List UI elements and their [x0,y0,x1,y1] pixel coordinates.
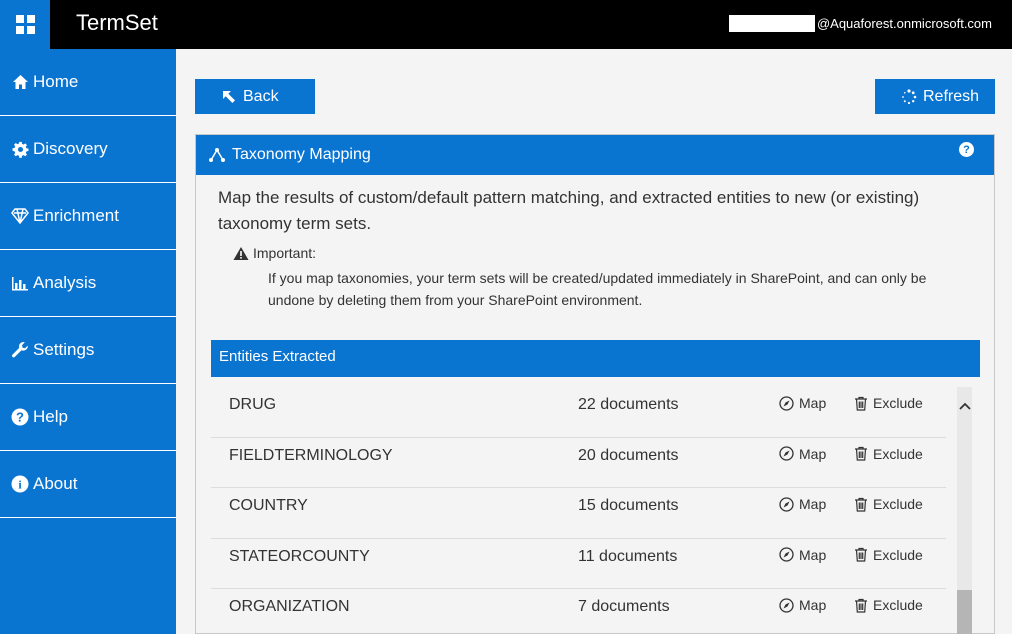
compass-icon [779,496,794,512]
refresh-button[interactable]: Refresh [875,79,995,114]
entity-count: 15 documents [578,497,679,514]
entities-scrollbar[interactable] [957,387,972,634]
entity-name: ORGANIZATION [229,598,350,615]
exclude-button[interactable]: Exclude [854,446,923,462]
home-icon [10,72,30,92]
refresh-button-label: Refresh [923,87,980,105]
trash-icon [855,497,867,512]
entity-count: 20 documents [578,446,679,464]
trash-icon [855,547,867,562]
exclude-label: Exclude [873,445,923,462]
list-item: STATEORCOUNTY 11 documents Map Exclude [211,539,946,589]
sidebar: Home Discovery Enrichment Analysis Setti… [0,49,176,634]
taxonomy-mapping-panel: Taxonomy Mapping ? Map the results of cu… [195,134,995,634]
trash-icon [855,446,867,461]
important-label: Important: [253,245,317,261]
back-button-label: Back [243,87,279,105]
entity-name: DRUG [229,396,277,413]
sidebar-item-label: Enrichment [33,206,119,225]
warning-icon [233,246,249,260]
map-label: Map [799,546,827,563]
question-icon: ? [10,407,30,427]
sidebar-item-label: Help [33,407,68,426]
compass-icon [779,446,794,461]
entity-count: 11 documents [578,547,678,565]
help-icon[interactable]: ? [959,142,974,157]
exclude-button[interactable]: Exclude [854,547,923,563]
map-button[interactable]: Map [779,597,826,613]
user-account[interactable]: @Aquaforest.onmicrosoft.com [728,15,992,32]
gear-icon [10,139,30,159]
entity-name: STATEORCOUNTY [229,547,370,565]
trash-icon [855,598,867,613]
entity-count: 7 documents [578,598,670,615]
list-item: FIELDTERMINOLOGY 20 documents Map Exclud… [211,438,946,488]
sidebar-item-label: Settings [33,340,95,359]
compass-icon [779,597,794,613]
entity-name: COUNTRY [229,497,308,514]
diamond-icon [10,206,30,226]
sidebar-item-label: Discovery [33,139,108,158]
sidebar-item-enrichment[interactable]: Enrichment [0,183,176,250]
sitemap-icon [209,148,225,162]
map-button[interactable]: Map [779,395,826,411]
app-launcher-icon[interactable] [0,0,50,49]
exclude-label: Exclude [873,546,923,563]
user-email: @Aquaforest.onmicrosoft.com [816,16,992,31]
app-title: TermSet [76,10,158,35]
map-button[interactable]: Map [779,446,826,462]
map-label: Map [799,395,827,411]
important-notice: Important: [233,245,316,261]
sidebar-item-help[interactable]: ? Help [0,384,176,451]
back-button[interactable]: Back [195,79,315,114]
map-button[interactable]: Map [779,547,826,563]
entity-name: FIELDTERMINOLOGY [229,446,393,464]
top-bar: TermSet @Aquaforest.onmicrosoft.com [0,0,1012,49]
list-item: COUNTRY 15 documents Map Exclude [211,488,946,539]
exclude-button[interactable]: Exclude [854,597,923,613]
scroll-thumb[interactable] [957,590,972,634]
arrow-up-left-icon [223,90,235,103]
entities-header: Entities Extracted [211,340,980,377]
list-item: ORGANIZATION 7 documents Map Exclude [211,589,946,634]
map-label: Map [799,445,827,462]
panel-title: Taxonomy Mapping [232,146,371,163]
exclude-label: Exclude [873,395,923,411]
entities-list: DRUG 22 documents Map Exclude FIELDTERMI… [211,387,946,634]
info-icon: i [10,474,30,494]
map-label: Map [799,597,827,613]
map-button[interactable]: Map [779,496,826,512]
sidebar-item-label: About [33,474,78,493]
compass-icon [779,547,794,562]
exclude-label: Exclude [873,597,923,613]
list-item: DRUG 22 documents Map Exclude [211,387,946,438]
sidebar-item-discovery[interactable]: Discovery [0,116,176,183]
wrench-icon [10,340,30,360]
sidebar-item-about[interactable]: i About [0,451,176,518]
sidebar-item-label: Home [33,72,79,91]
entity-count: 22 documents [578,396,679,413]
redacted-username [728,15,815,32]
panel-header: Taxonomy Mapping ? [196,135,994,175]
exclude-button[interactable]: Exclude [854,395,923,411]
important-text: If you map taxonomies, your term sets wi… [268,270,927,308]
svg-text:?: ? [16,410,24,425]
sidebar-item-analysis[interactable]: Analysis [0,250,176,317]
exclude-button[interactable]: Exclude [854,496,923,512]
compass-icon [779,395,794,411]
sidebar-item-home[interactable]: Home [0,49,176,116]
map-label: Map [799,496,827,512]
sidebar-item-settings[interactable]: Settings [0,317,176,384]
panel-intro: Map the results of custom/default patter… [218,188,920,233]
scroll-up-icon[interactable] [957,399,972,413]
sidebar-item-label: Analysis [33,273,97,292]
trash-icon [855,396,867,411]
spinner-icon [902,88,917,104]
bar-chart-icon [10,273,30,293]
exclude-label: Exclude [873,496,923,512]
